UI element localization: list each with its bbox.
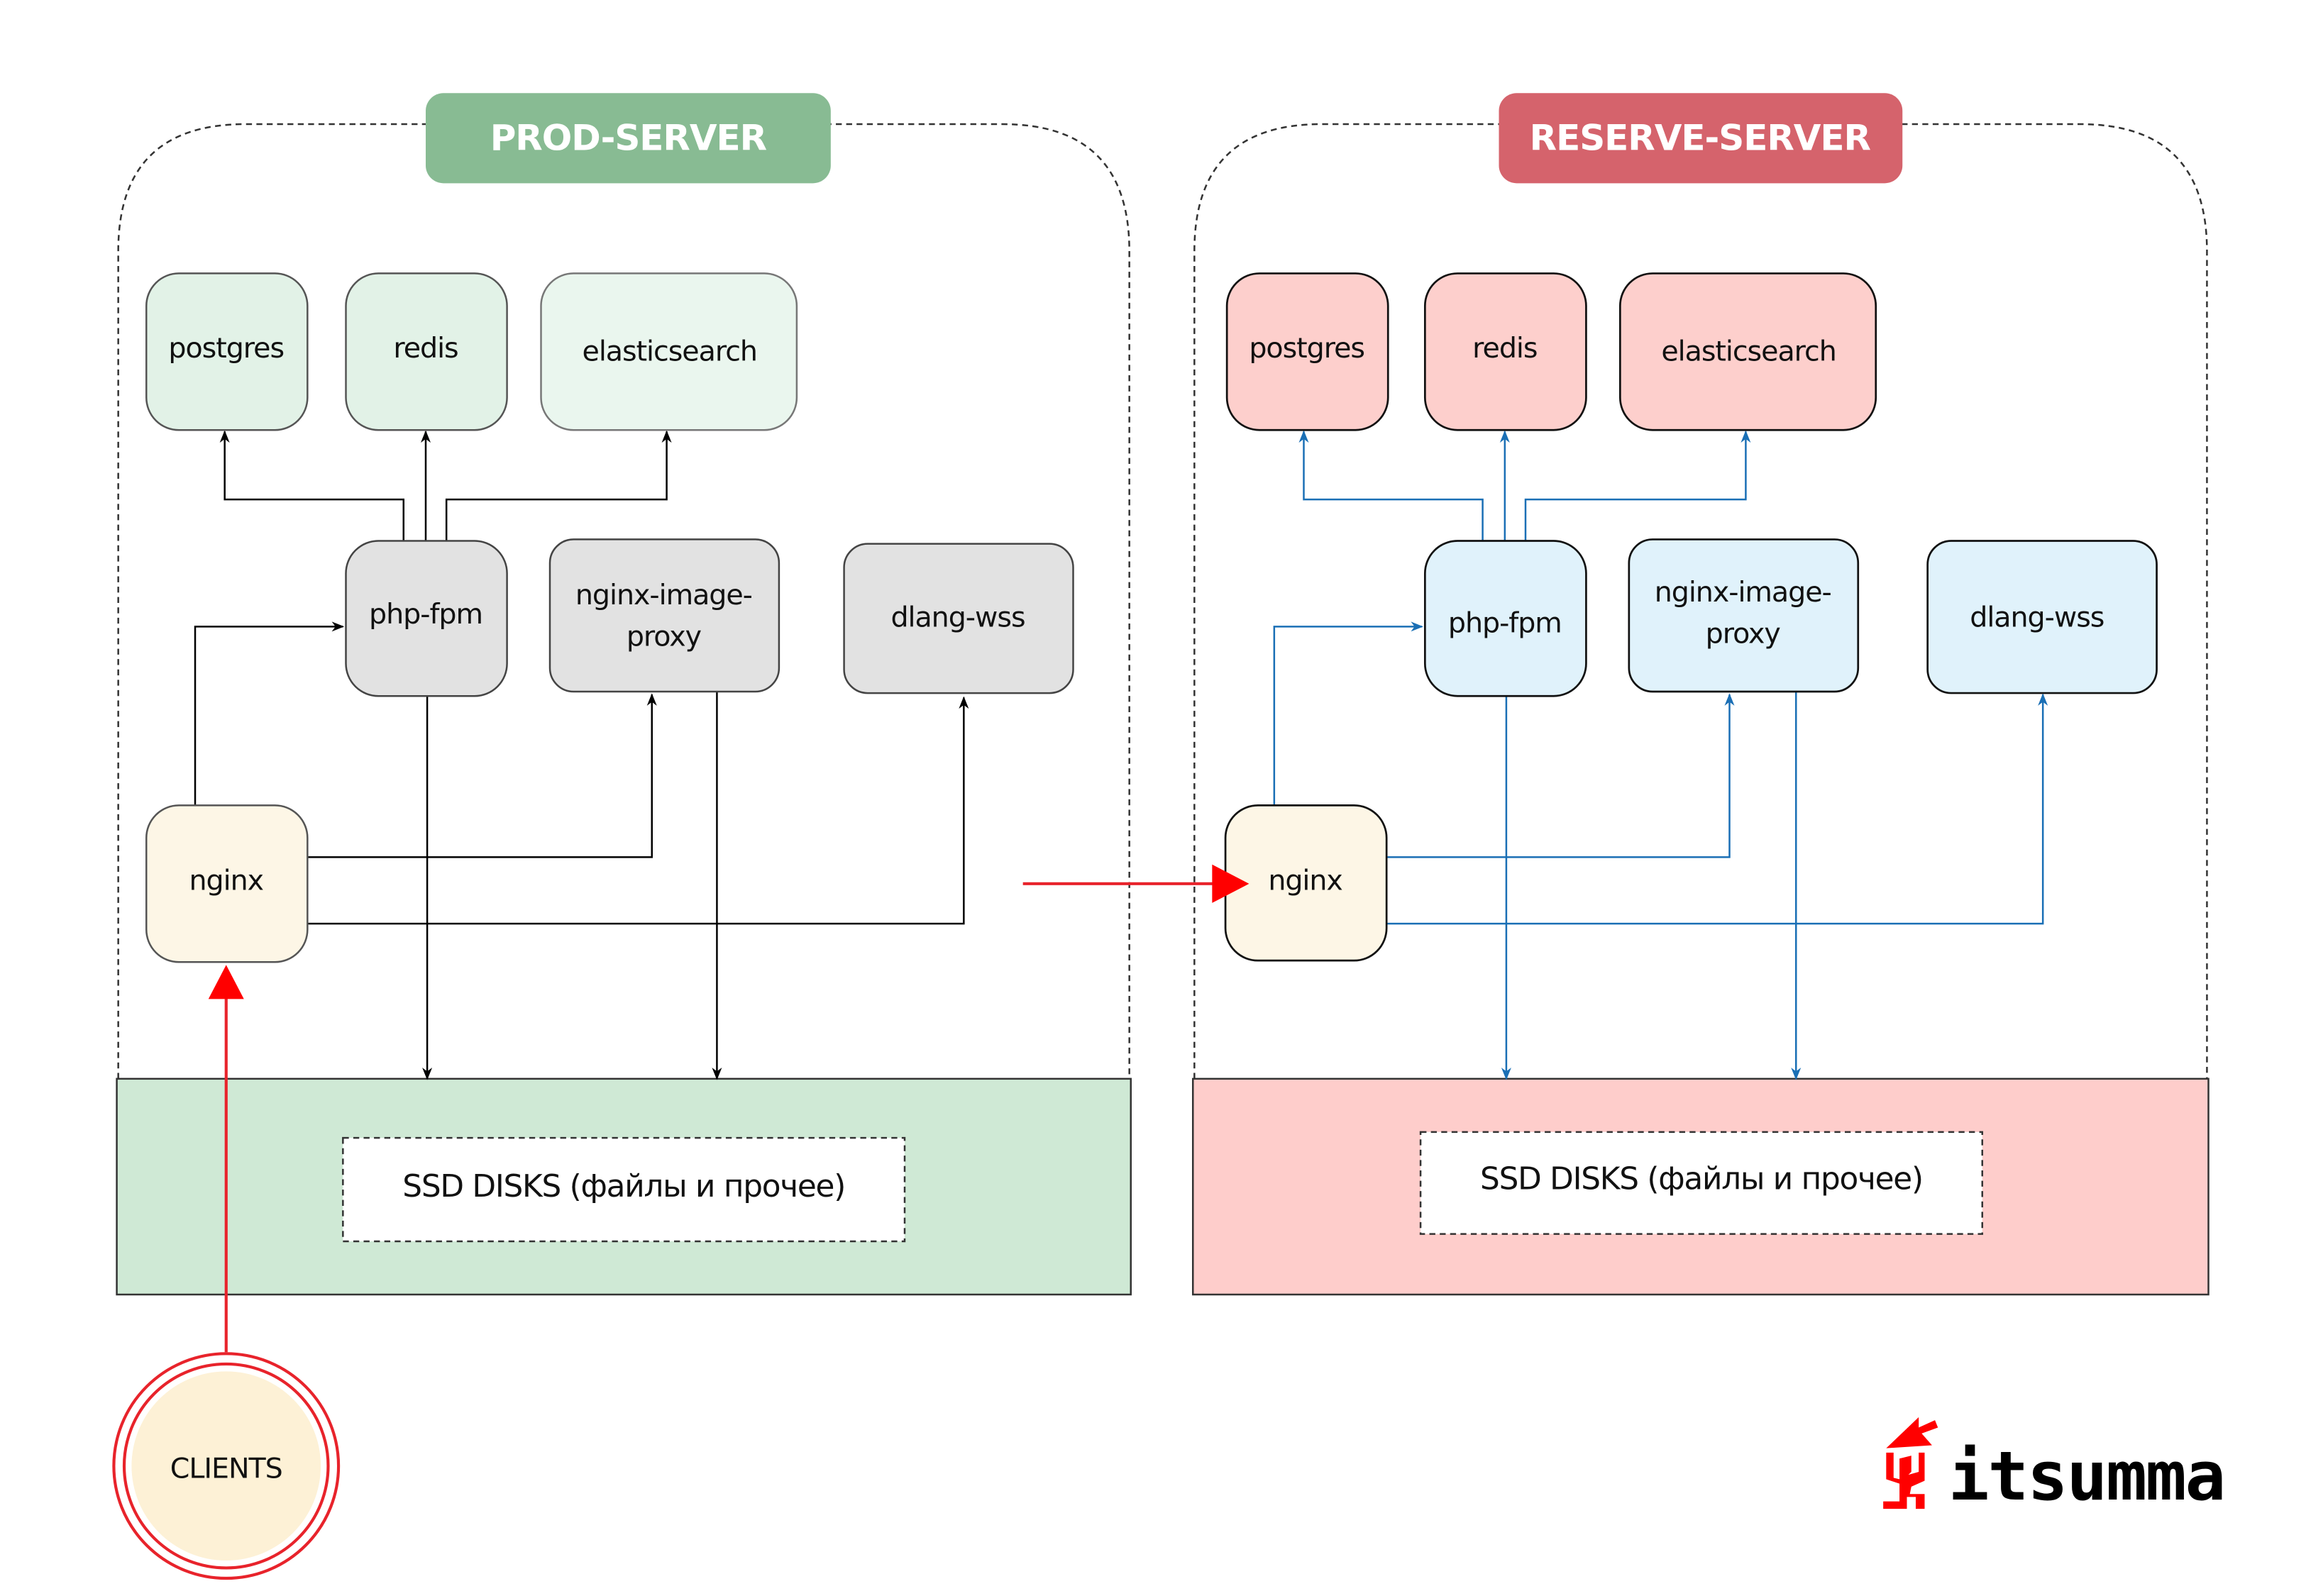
reserve-server-group: SSD DISKS (файлы и прочее) RESERVE-SERVE… — [1192, 93, 2210, 1296]
edge-r-nginx-dlangwss — [1386, 693, 2048, 925]
prod-node-postgres[interactable]: postgres — [145, 272, 309, 431]
edge-r-phpfpm-elasticsearch — [1524, 430, 1751, 541]
edge-phpfpm-postgres — [219, 430, 405, 541]
prod-edges — [194, 430, 969, 1080]
reserve-node-php-fpm[interactable]: php-fpm — [1423, 540, 1587, 697]
prod-node-redis[interactable]: redis — [345, 272, 508, 431]
prod-nginx-label: nginx — [189, 864, 263, 897]
architecture-diagram: SSD DISKS (файлы и прочее) PROD-SERVER p… — [112, 93, 2226, 1580]
prod-postgres-label: postgres — [168, 332, 284, 365]
failover-arrow — [1022, 864, 1249, 903]
prod-node-nginx[interactable]: nginx — [145, 804, 309, 963]
reserve-elasticsearch-label: elasticsearch — [1661, 335, 1836, 367]
reserve-image-proxy-label-1: nginx-image- — [1655, 576, 1831, 609]
reserve-postgres-label: postgres — [1249, 332, 1364, 365]
itsumma-logo: itsumma — [1883, 1417, 2226, 1516]
clients-label: CLIENTS — [170, 1452, 282, 1485]
prod-server-group: SSD DISKS (файлы и прочее) PROD-SERVER p… — [116, 93, 1132, 1296]
clients-arrowhead-icon — [208, 965, 244, 999]
reserve-node-redis[interactable]: redis — [1423, 272, 1587, 431]
reserve-node-nginx[interactable]: nginx — [1224, 804, 1388, 962]
reserve-node-postgres[interactable]: postgres — [1225, 272, 1389, 431]
reserve-dlang-wss-label: dlang-wss — [1970, 601, 2104, 633]
reserve-php-fpm-label: php-fpm — [1448, 607, 1562, 640]
reserve-node-dlang-wss[interactable]: dlang-wss — [1926, 540, 2158, 694]
prod-node-nginx-image-proxy[interactable]: nginx-image- proxy — [548, 538, 780, 693]
itsumma-mark-icon — [1883, 1417, 1938, 1509]
prod-image-proxy-label-1: nginx-image- — [575, 579, 752, 611]
reserve-ssd-disks-label: SSD DISKS (файлы и прочее) — [1480, 1161, 1923, 1197]
edge-phpfpm-elasticsearch — [445, 430, 672, 541]
reserve-redis-label: redis — [1472, 332, 1537, 365]
reserve-nginx-label: nginx — [1268, 864, 1342, 897]
prod-node-elasticsearch[interactable]: elasticsearch — [540, 272, 798, 431]
edge-nginx-phpfpm — [194, 621, 345, 806]
prod-node-php-fpm[interactable]: php-fpm — [345, 540, 508, 697]
reserve-node-elasticsearch[interactable]: elasticsearch — [1618, 272, 1877, 431]
reserve-image-proxy-label-2: proxy — [1706, 617, 1781, 650]
prod-elasticsearch-label: elasticsearch — [583, 335, 757, 367]
itsumma-wordmark: itsumma — [1948, 1436, 2224, 1516]
prod-image-proxy-label-2: proxy — [627, 620, 702, 653]
edge-r-nginx-phpfpm — [1273, 621, 1423, 806]
reserve-node-nginx-image-proxy[interactable]: nginx-image- proxy — [1628, 538, 1860, 693]
prod-ssd-disks-label: SSD DISKS (файлы и прочее) — [402, 1168, 845, 1204]
edge-nginx-imageproxy — [307, 693, 657, 858]
edge-nginx-dlangwss — [307, 696, 969, 925]
prod-server-title: PROD-SERVER — [490, 117, 767, 158]
prod-redis-label: redis — [393, 332, 458, 365]
prod-node-dlang-wss[interactable]: dlang-wss — [843, 543, 1074, 694]
prod-php-fpm-label: php-fpm — [369, 598, 482, 631]
reserve-server-title: RESERVE-SERVER — [1530, 117, 1871, 158]
reserve-edges — [1273, 430, 2048, 1080]
prod-dlang-wss-label: dlang-wss — [890, 601, 1025, 633]
edge-r-phpfpm-postgres — [1298, 430, 1484, 541]
clients-node[interactable]: CLIENTS — [112, 1352, 341, 1580]
edge-r-nginx-imageproxy — [1386, 693, 1735, 858]
